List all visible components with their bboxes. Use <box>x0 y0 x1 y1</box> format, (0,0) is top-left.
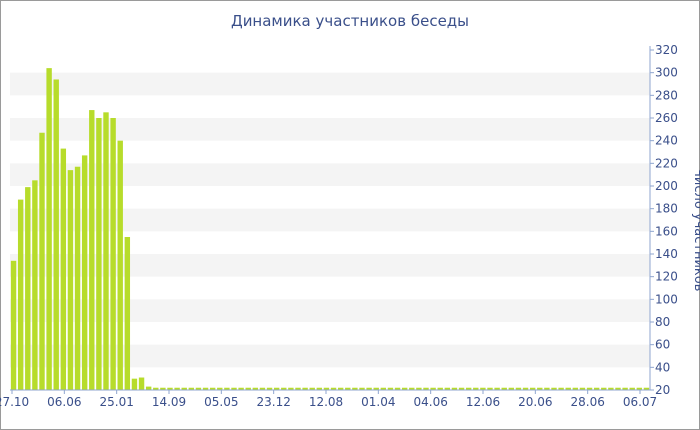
y-tick-label: 120 <box>655 270 678 284</box>
y-axis: 20 40 60 80 100 120 140 160 180 200 220 240 260 280 30… <box>649 43 678 397</box>
y-tick-label: 320 <box>655 43 678 57</box>
x-tick-label: 06.07 <box>623 395 657 409</box>
x-tick-label: 05.05 <box>204 395 238 409</box>
x-tick-label: 06.06 <box>47 395 81 409</box>
y-tick-label: 200 <box>655 179 678 193</box>
y-tick-label: 60 <box>655 338 670 352</box>
bar <box>74 166 81 390</box>
x-tick-label: 04.06 <box>413 395 447 409</box>
x-tick-label: 23.12 <box>256 395 290 409</box>
y-tick-label: 220 <box>655 156 678 170</box>
bar <box>17 199 24 390</box>
bar <box>124 237 131 390</box>
y-tick-label: 180 <box>655 202 678 216</box>
x-tick-label: 27.10 <box>0 395 29 409</box>
bar <box>25 187 31 390</box>
bar <box>138 377 145 390</box>
bar <box>89 110 95 390</box>
x-tick-label: 12.06 <box>466 395 500 409</box>
y-tick-label: 40 <box>655 360 670 374</box>
bar <box>81 155 88 390</box>
x-tick-label: 28.06 <box>570 395 604 409</box>
y-tick-label: 20 <box>655 383 670 397</box>
x-axis: 27.10 06.06 25.01 14.09 05.05 23.12 12.08 01.04… <box>0 389 657 409</box>
y-tick-label: 280 <box>655 88 678 102</box>
x-tick-label: 12.08 <box>309 395 343 409</box>
y-tick-label: 160 <box>655 224 678 238</box>
bar <box>60 148 67 390</box>
bar <box>96 118 102 390</box>
bar <box>46 68 52 390</box>
bar <box>110 118 116 390</box>
bar <box>117 140 123 390</box>
bar <box>10 260 17 390</box>
bar <box>53 79 59 390</box>
y-tick-label: 100 <box>655 292 678 306</box>
bar <box>39 132 45 391</box>
y-axis-label: Число участников <box>691 168 700 292</box>
bar <box>131 378 138 390</box>
bar <box>67 170 74 390</box>
y-tick-label: 300 <box>655 66 678 80</box>
x-tick-label: 20.06 <box>518 395 552 409</box>
y-tick-label: 240 <box>655 134 678 148</box>
x-tick-label: 01.04 <box>361 395 395 409</box>
y-tick-label: 80 <box>655 315 670 329</box>
x-tick-label: 25.01 <box>99 395 133 409</box>
y-tick-label: 140 <box>655 247 678 261</box>
chart-plot: 20 40 60 80 100 120 140 160 180 200 220 240 260 280 30… <box>0 43 678 409</box>
grid-band <box>10 72 650 96</box>
x-tick-label: 14.09 <box>152 395 186 409</box>
bar <box>32 180 38 390</box>
bar <box>103 112 109 390</box>
y-tick-label: 260 <box>655 111 678 125</box>
bar <box>145 386 152 390</box>
